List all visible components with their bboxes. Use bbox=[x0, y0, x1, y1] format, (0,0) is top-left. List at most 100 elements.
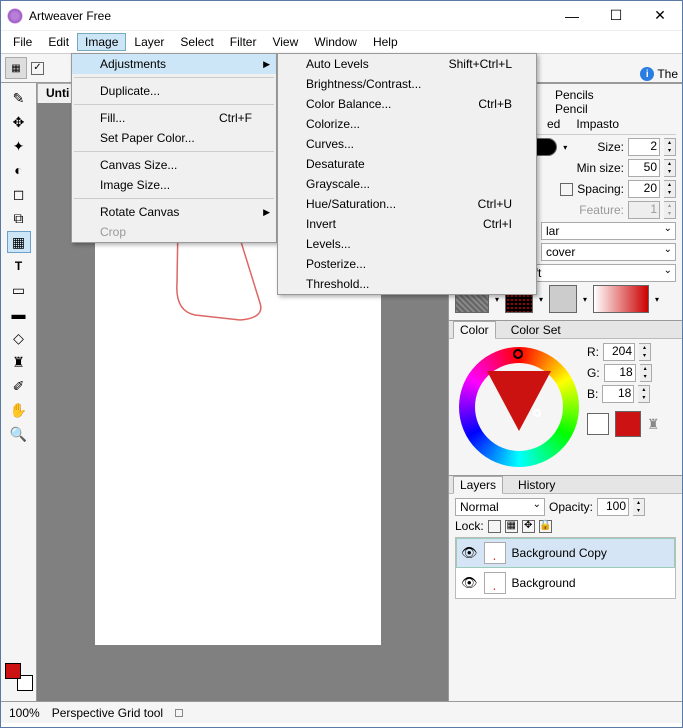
g-input[interactable]: 18 bbox=[604, 364, 636, 382]
spacing-spinner[interactable]: ▴▾ bbox=[664, 180, 676, 198]
shape-tool[interactable]: ◻ bbox=[7, 183, 31, 205]
wand-tool[interactable]: ✦ bbox=[7, 135, 31, 157]
hand-tool[interactable]: ✋ bbox=[7, 399, 31, 421]
pattern-swatch[interactable] bbox=[549, 285, 577, 313]
eyedropper-tool[interactable]: ✐ bbox=[7, 375, 31, 397]
layer-name[interactable]: Background bbox=[512, 576, 576, 590]
brush-tab-impasto[interactable]: Impasto bbox=[570, 116, 625, 132]
menu-threshold[interactable]: Threshold... bbox=[278, 274, 536, 294]
foreground-color-swatch[interactable] bbox=[5, 663, 21, 679]
menu-colorize[interactable]: Colorize... bbox=[278, 114, 536, 134]
sv-triangle-marker[interactable] bbox=[533, 409, 541, 417]
menu-filter[interactable]: Filter bbox=[222, 33, 265, 51]
move-tool[interactable]: ✥ bbox=[7, 111, 31, 133]
menu-adjustments[interactable]: Adjustments▶ bbox=[72, 54, 276, 74]
gradient-tool[interactable]: ▭ bbox=[7, 279, 31, 301]
visibility-icon[interactable]: 👁 bbox=[461, 575, 478, 591]
lock-image[interactable]: ▦ bbox=[505, 520, 518, 533]
b-input[interactable]: 18 bbox=[602, 385, 634, 403]
category-select[interactable]: Soft bbox=[515, 264, 676, 282]
menu-edit[interactable]: Edit bbox=[40, 33, 77, 51]
menu-image-size[interactable]: Image Size... bbox=[72, 175, 276, 195]
current-color-swatch[interactable] bbox=[615, 411, 641, 437]
chevron-down-icon[interactable]: ▾ bbox=[537, 295, 545, 304]
fill-tool[interactable]: ▬ bbox=[7, 303, 31, 325]
crop-tool[interactable]: ⧉ bbox=[7, 207, 31, 229]
color-tab[interactable]: Color bbox=[453, 321, 496, 339]
menu-auto-levels[interactable]: Auto LevelsShift+Ctrl+L bbox=[278, 54, 536, 74]
minimize-button[interactable]: — bbox=[550, 1, 594, 31]
color-swatches[interactable] bbox=[5, 663, 33, 691]
r-input[interactable]: 204 bbox=[603, 343, 635, 361]
lock-all[interactable]: 🔒 bbox=[539, 520, 552, 533]
text-tool[interactable]: T bbox=[7, 255, 31, 277]
menu-posterize[interactable]: Posterize... bbox=[278, 254, 536, 274]
menu-levels[interactable]: Levels... bbox=[278, 234, 536, 254]
history-tab[interactable]: History bbox=[511, 476, 562, 494]
menu-duplicate[interactable]: Duplicate... bbox=[72, 81, 276, 101]
brush-tool[interactable]: ✎ bbox=[7, 87, 31, 109]
menu-curves[interactable]: Curves... bbox=[278, 134, 536, 154]
size-spinner[interactable]: ▴▾ bbox=[664, 138, 676, 156]
menu-select[interactable]: Select bbox=[172, 33, 221, 51]
menu-brightness-contrast[interactable]: Brightness/Contrast... bbox=[278, 74, 536, 94]
menu-set-paper-color[interactable]: Set Paper Color... bbox=[72, 128, 276, 148]
menu-fill[interactable]: Fill...Ctrl+F bbox=[72, 108, 276, 128]
layer-row[interactable]: 👁 Background Copy bbox=[456, 538, 675, 568]
chevron-down-icon[interactable]: ▾ bbox=[561, 143, 569, 152]
menu-image[interactable]: Image bbox=[77, 33, 126, 51]
zoom-tool[interactable]: 🔍 bbox=[7, 423, 31, 445]
layer-name[interactable]: Background Copy bbox=[512, 546, 607, 560]
color-set-tab[interactable]: Color Set bbox=[504, 321, 568, 339]
stamp-icon[interactable]: ♜ bbox=[647, 416, 660, 433]
b-spinner[interactable]: ▴▾ bbox=[638, 385, 650, 403]
layer-row[interactable]: 👁 Background bbox=[456, 568, 675, 598]
chevron-down-icon[interactable]: ▾ bbox=[653, 295, 661, 304]
layers-tab[interactable]: Layers bbox=[453, 476, 503, 494]
menu-canvas-size[interactable]: Canvas Size... bbox=[72, 155, 276, 175]
close-button[interactable]: ✕ bbox=[638, 1, 682, 31]
opacity-spinner[interactable]: ▴▾ bbox=[633, 498, 645, 516]
r-spinner[interactable]: ▴▾ bbox=[639, 343, 651, 361]
menu-color-balance[interactable]: Color Balance...Ctrl+B bbox=[278, 94, 536, 114]
eraser-tool[interactable]: ◇ bbox=[7, 327, 31, 349]
menu-help[interactable]: Help bbox=[365, 33, 406, 51]
white-swatch[interactable] bbox=[587, 413, 609, 435]
menu-desaturate[interactable]: Desaturate bbox=[278, 154, 536, 174]
menu-invert[interactable]: InvertCtrl+I bbox=[278, 214, 536, 234]
hue-ring-marker[interactable] bbox=[513, 349, 523, 359]
menu-window[interactable]: Window bbox=[306, 33, 365, 51]
gradient-swatch[interactable] bbox=[593, 285, 649, 313]
menu-view[interactable]: View bbox=[264, 33, 306, 51]
lock-transparent[interactable] bbox=[488, 520, 501, 533]
menu-rotate-canvas[interactable]: Rotate Canvas▶ bbox=[72, 202, 276, 222]
blend-mode-select[interactable]: Normal bbox=[455, 498, 545, 516]
spacing-input[interactable]: 20 bbox=[628, 180, 660, 198]
maximize-button[interactable]: ☐ bbox=[594, 1, 638, 31]
toolbar-checkbox[interactable]: ✓ bbox=[31, 62, 44, 75]
minsize-input[interactable]: 50 bbox=[628, 159, 660, 177]
opacity-input[interactable]: 100 bbox=[597, 498, 629, 516]
menu-hue-saturation[interactable]: Hue/Saturation...Ctrl+U bbox=[278, 194, 536, 214]
lock-position[interactable]: ✥ bbox=[522, 520, 535, 533]
stamp-tool[interactable]: ♜ bbox=[7, 351, 31, 373]
lasso-tool[interactable]: ◐ bbox=[7, 159, 31, 181]
g-spinner[interactable]: ▴▾ bbox=[640, 364, 652, 382]
menu-grayscale[interactable]: Grayscale... bbox=[278, 174, 536, 194]
info-hint[interactable]: i The bbox=[640, 67, 678, 81]
menu-file[interactable]: File bbox=[5, 33, 40, 51]
chevron-down-icon[interactable]: ▾ bbox=[493, 295, 501, 304]
color-wheel[interactable] bbox=[459, 347, 579, 467]
grid-tool-icon[interactable]: ▦ bbox=[5, 57, 27, 79]
size-input[interactable]: 2 bbox=[628, 138, 660, 156]
zoom-level[interactable]: 100% bbox=[9, 706, 40, 720]
shape-select[interactable]: lar bbox=[541, 222, 676, 240]
cover-select[interactable]: cover bbox=[541, 243, 676, 261]
perspective-grid-tool[interactable]: ▦ bbox=[7, 231, 31, 253]
brush-tab-ed[interactable]: ed bbox=[541, 116, 566, 132]
visibility-icon[interactable]: 👁 bbox=[461, 545, 478, 561]
menu-layer[interactable]: Layer bbox=[126, 33, 172, 51]
chevron-down-icon[interactable]: ▾ bbox=[581, 295, 589, 304]
spacing-checkbox[interactable] bbox=[560, 183, 573, 196]
minsize-spinner[interactable]: ▴▾ bbox=[664, 159, 676, 177]
